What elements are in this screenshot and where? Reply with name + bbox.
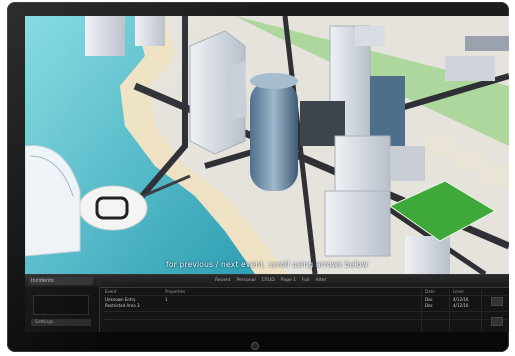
events-table: Event Properties Date Level Unknown Entr… xyxy=(103,289,507,331)
row-divider xyxy=(103,311,507,312)
tab-full[interactable]: Full xyxy=(302,277,310,285)
industrial-block-2 xyxy=(465,36,509,51)
industrial-block xyxy=(445,56,495,81)
building-small xyxy=(390,146,425,181)
col-level: Level xyxy=(453,289,464,294)
row-level: 4/12/16 xyxy=(453,297,469,302)
tab-crud[interactable]: CRUD xyxy=(262,277,275,285)
row-divider xyxy=(103,319,507,320)
row-level: 4/12/16 xyxy=(453,303,469,308)
tower-white-side xyxy=(230,61,247,121)
row-event[interactable]: Restricted Area 3 xyxy=(105,303,140,308)
col-event: Event xyxy=(105,289,117,294)
house xyxy=(480,166,509,186)
bottom-panel: Recent Personal CRUD Page 1 Full Alter I… xyxy=(25,274,509,332)
building xyxy=(85,16,125,56)
scroll-up-button[interactable] xyxy=(491,297,503,306)
scroll-down-button[interactable] xyxy=(491,317,503,326)
screen: for previous / next event, scroll using … xyxy=(25,16,509,332)
row-event[interactable]: Unknown Entry xyxy=(105,297,135,302)
row-props: 1 xyxy=(165,297,168,302)
col-divider xyxy=(421,289,422,331)
webcam-icon xyxy=(251,342,259,350)
col-date: Date xyxy=(425,289,435,294)
island xyxy=(78,185,148,231)
row-date: Dec xyxy=(425,303,433,308)
event-hint-text: for previous / next event, scroll using … xyxy=(166,260,368,269)
house xyxy=(425,136,455,156)
col-divider xyxy=(449,289,450,331)
tab-page[interactable]: Page 1 xyxy=(281,277,296,285)
row-divider xyxy=(103,295,507,296)
incidents-box xyxy=(33,295,89,315)
building-roof xyxy=(355,26,385,46)
col-properties: Properties xyxy=(165,289,186,294)
city-3d-view[interactable]: for previous / next event, scroll using … xyxy=(25,16,509,274)
tab-personal[interactable]: Personal xyxy=(237,277,256,285)
col-divider xyxy=(481,289,482,331)
panel-tabs: Recent Personal CRUD Page 1 Full Alter xyxy=(215,277,326,285)
incidents-title: Incidents xyxy=(31,278,54,284)
tab-alter[interactable]: Alter xyxy=(316,277,327,285)
panel-left: Incidents Settings xyxy=(25,277,100,332)
tower-glass xyxy=(250,81,298,191)
settings-button-label: Settings xyxy=(35,320,54,325)
building-low xyxy=(334,135,391,197)
tower-glass-top xyxy=(250,73,298,89)
row-date: Dec xyxy=(425,297,433,302)
monitor-frame: for previous / next event, scroll using … xyxy=(7,2,509,352)
building xyxy=(135,16,165,46)
tab-recent[interactable]: Recent xyxy=(215,277,231,285)
building-low-2 xyxy=(324,190,391,257)
